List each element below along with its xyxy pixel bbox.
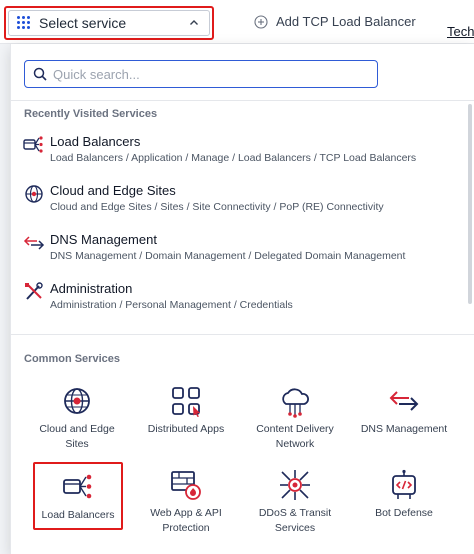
- tile-label: DDoS & Transit: [258, 507, 332, 519]
- tile-label: Web App & API: [150, 507, 222, 519]
- tile-label: DNS Management: [360, 423, 448, 435]
- quick-search-input[interactable]: [53, 66, 353, 82]
- tools-icon: [25, 282, 43, 300]
- recent-item-administration[interactable]: Administration Administration / Personal…: [21, 279, 461, 323]
- tech-link[interactable]: Tech: [447, 24, 474, 39]
- quick-search-box[interactable]: [24, 60, 378, 88]
- firewall-icon: [171, 471, 201, 500]
- recent-item-name: DNS Management: [50, 232, 157, 247]
- tile-distributed-apps[interactable]: Distributed Apps: [141, 384, 231, 454]
- tile-label: Content Delivery: [256, 423, 334, 435]
- common-section-title: Common Services: [24, 353, 120, 365]
- globe-icon: [64, 388, 90, 414]
- tile-label: Services: [274, 522, 316, 534]
- cloud-cdn-icon: [282, 388, 309, 418]
- add-tcp-label: Add TCP Load Balancer: [276, 14, 416, 29]
- dns-arrows-icon: [23, 236, 45, 250]
- recent-section-title: Recently Visited Services: [24, 108, 158, 120]
- grid-icon: [17, 16, 31, 30]
- load-balancer-icon: [63, 474, 92, 499]
- select-service-label: Select service: [39, 15, 127, 31]
- recent-item-name: Cloud and Edge Sites: [50, 183, 176, 198]
- select-service-inner[interactable]: Select service: [8, 10, 210, 36]
- recent-item-name: Load Balancers: [50, 134, 141, 149]
- ddos-icon: [280, 470, 310, 500]
- divider: [11, 334, 474, 335]
- tile-ddos-transit-services[interactable]: DDoS & Transit Services: [250, 468, 340, 538]
- divider: [11, 100, 474, 101]
- recent-item-cloud-edge-sites[interactable]: Cloud and Edge Sites Cloud and Edge Site…: [21, 181, 461, 225]
- chevron-up-icon: [190, 20, 198, 25]
- recent-item-path: Administration / Personal Management / C…: [50, 299, 293, 311]
- tile-label: Bot Defense: [375, 507, 433, 519]
- top-bar: Select service Add TCP Load Balancer Tec…: [0, 0, 474, 44]
- tile-dns-management[interactable]: DNS Management: [359, 384, 449, 454]
- service-menu-panel: Recently Visited Services Load Balancers…: [10, 44, 474, 554]
- recent-item-load-balancers[interactable]: Load Balancers Load Balancers / Applicat…: [21, 132, 461, 176]
- tile-label: Sites: [65, 438, 89, 450]
- tile-label: Network: [275, 438, 315, 450]
- tile-bot-defense[interactable]: Bot Defense: [359, 468, 449, 538]
- tile-cloud-edge-sites[interactable]: Cloud and Edge Sites: [32, 384, 122, 454]
- scrollbar[interactable]: [468, 104, 472, 304]
- recent-item-name: Administration: [50, 281, 133, 296]
- globe-icon: [25, 185, 43, 203]
- tile-label: Cloud and Edge: [39, 423, 115, 435]
- tile-label: Load Balancers: [41, 509, 115, 521]
- plus-circle-icon: [254, 14, 268, 29]
- recent-item-path: Load Balancers / Application / Manage / …: [50, 152, 417, 164]
- search-icon: [33, 67, 47, 81]
- select-service-dropdown[interactable]: Select service: [4, 6, 214, 40]
- distributed-apps-icon: [172, 387, 200, 417]
- load-balancer-icon: [23, 136, 43, 153]
- tile-label: Protection: [162, 522, 210, 534]
- tile-web-app-api-protection[interactable]: Web App & API Protection: [141, 468, 231, 538]
- recent-item-path: DNS Management / Domain Management / Del…: [50, 250, 406, 262]
- recent-item-path: Cloud and Edge Sites / Sites / Site Conn…: [50, 201, 384, 213]
- bot-defense-icon: [392, 469, 416, 499]
- tile-label: Distributed Apps: [147, 423, 225, 435]
- recent-item-dns-management[interactable]: DNS Management DNS Management / Domain M…: [21, 230, 461, 274]
- add-tcp-load-balancer-button[interactable]: Add TCP Load Balancer: [254, 14, 416, 29]
- tile-content-delivery-network[interactable]: Content Delivery Network: [250, 384, 340, 454]
- dns-arrows-icon: [389, 391, 419, 411]
- tile-load-balancers[interactable]: Load Balancers: [33, 462, 123, 530]
